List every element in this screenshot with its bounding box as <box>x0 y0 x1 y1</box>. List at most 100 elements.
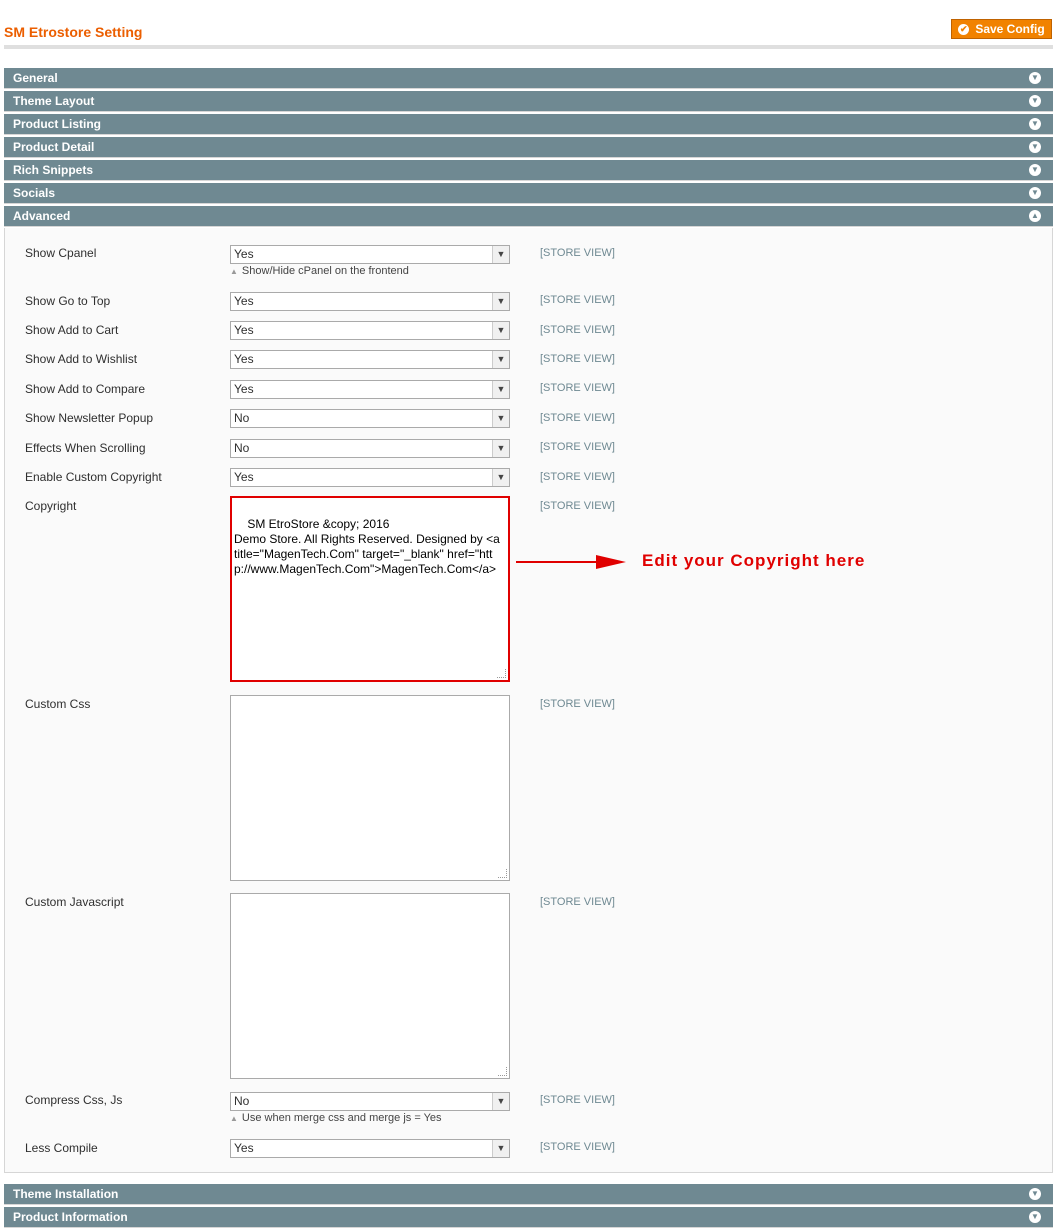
less-compile-select[interactable]: Yes ▼ <box>230 1139 510 1158</box>
chevron-down-icon: ▼ <box>1029 141 1041 153</box>
chevron-down-icon: ▼ <box>492 1140 509 1157</box>
triangle-up-icon: ▲ <box>230 1114 238 1123</box>
scope-label: [STORE VIEW] <box>540 896 615 908</box>
section-label: Theme Installation <box>13 1187 119 1201</box>
field-label: Show Cpanel <box>25 246 97 260</box>
section-product-listing[interactable]: Product Listing ▼ <box>4 114 1053 135</box>
select-value: No <box>234 1094 250 1108</box>
field-label: Compress Css, Js <box>25 1093 123 1107</box>
section-label: Rich Snippets <box>13 163 94 177</box>
field-label: Show Add to Cart <box>25 323 119 337</box>
show-add-to-cart-select[interactable]: Yes ▼ <box>230 321 510 340</box>
scope-label: [STORE VIEW] <box>540 324 615 336</box>
textarea-content: SM EtroStore &copy; 2016 Demo Store. All… <box>234 517 500 576</box>
resize-handle-icon[interactable] <box>498 869 507 878</box>
section-product-detail[interactable]: Product Detail ▼ <box>4 137 1053 158</box>
compress-css-js-select[interactable]: No ▼ <box>230 1092 510 1111</box>
field-label: Less Compile <box>25 1141 98 1155</box>
scope-label: [STORE VIEW] <box>540 294 615 306</box>
resize-handle-icon[interactable] <box>498 1067 507 1076</box>
chevron-down-icon: ▼ <box>492 381 509 398</box>
field-label: Custom Css <box>25 697 91 711</box>
show-cpanel-select[interactable]: Yes ▼ <box>230 245 510 264</box>
scope-label: [STORE VIEW] <box>540 698 615 710</box>
title-divider <box>4 45 1053 49</box>
section-theme-layout[interactable]: Theme Layout ▼ <box>4 91 1053 112</box>
field-label: Show Go to Top <box>25 294 111 308</box>
section-label: Theme Layout <box>13 94 95 108</box>
select-value: Yes <box>234 294 254 308</box>
annotation-arrow-icon <box>516 555 626 569</box>
chevron-down-icon: ▼ <box>1029 118 1041 130</box>
section-theme-installation[interactable]: Theme Installation ▼ <box>4 1184 1053 1205</box>
note-text: Use when merge css and merge js = Yes <box>241 1112 442 1124</box>
field-note: ▲ Show/Hide cPanel on the frontend <box>230 265 409 277</box>
checkmark-icon: ✔ <box>958 23 970 35</box>
chevron-down-icon: ▼ <box>492 293 509 310</box>
custom-css-textarea[interactable] <box>230 695 510 881</box>
scope-label: [STORE VIEW] <box>540 1141 615 1153</box>
show-add-to-compare-select[interactable]: Yes ▼ <box>230 380 510 399</box>
show-add-to-wishlist-select[interactable]: Yes ▼ <box>230 350 510 369</box>
save-config-button[interactable]: ✔ Save Config <box>951 19 1052 39</box>
scope-label: [STORE VIEW] <box>540 353 615 365</box>
scope-label: [STORE VIEW] <box>540 441 615 453</box>
annotation-text: Edit your Copyright here <box>642 551 866 570</box>
field-label: Copyright <box>25 499 77 513</box>
section-advanced[interactable]: Advanced ▲ <box>4 206 1053 227</box>
chevron-down-icon: ▼ <box>1029 1211 1041 1223</box>
triangle-up-icon: ▲ <box>230 267 238 276</box>
chevron-down-icon: ▼ <box>1029 187 1041 199</box>
chevron-down-icon: ▼ <box>492 469 509 486</box>
section-label: Advanced <box>13 209 71 223</box>
select-value: No <box>234 411 250 425</box>
chevron-down-icon: ▼ <box>492 1093 509 1110</box>
chevron-down-icon: ▼ <box>1029 95 1041 107</box>
save-config-label: Save Config <box>975 22 1045 36</box>
copyright-textarea[interactable]: SM EtroStore &copy; 2016 Demo Store. All… <box>230 496 510 682</box>
select-value: Yes <box>234 247 254 261</box>
select-value: Yes <box>234 1141 254 1155</box>
scope-label: [STORE VIEW] <box>540 1094 615 1106</box>
chevron-down-icon: ▼ <box>492 246 509 263</box>
section-rich-snippets[interactable]: Rich Snippets ▼ <box>4 160 1053 181</box>
select-value: Yes <box>234 323 254 337</box>
section-label: Product Listing <box>13 117 101 131</box>
select-value: Yes <box>234 382 254 396</box>
select-value: Yes <box>234 352 254 366</box>
section-label: Socials <box>13 186 56 200</box>
chevron-up-icon: ▲ <box>1029 210 1041 222</box>
resize-handle-icon[interactable] <box>497 669 506 678</box>
select-value: No <box>234 441 250 455</box>
chevron-down-icon: ▼ <box>492 440 509 457</box>
chevron-down-icon: ▼ <box>492 322 509 339</box>
section-general[interactable]: General ▼ <box>4 68 1053 89</box>
section-label: Product Information <box>13 1210 128 1224</box>
scope-label: [STORE VIEW] <box>540 500 615 512</box>
advanced-panel: Show Cpanel Yes ▼ [STORE VIEW] ▲ Show/Hid… <box>4 228 1053 1173</box>
field-label: Effects When Scrolling <box>25 441 146 455</box>
page-title: SM Etrostore Setting <box>4 24 143 40</box>
enable-custom-copyright-select[interactable]: Yes ▼ <box>230 468 510 487</box>
chevron-down-icon: ▼ <box>492 410 509 427</box>
section-label: General <box>13 71 58 85</box>
custom-javascript-textarea[interactable] <box>230 893 510 1079</box>
field-label: Show Add to Compare <box>25 382 146 396</box>
field-label: Custom Javascript <box>25 895 124 909</box>
chevron-down-icon: ▼ <box>492 351 509 368</box>
chevron-down-icon: ▼ <box>1029 164 1041 176</box>
chevron-down-icon: ▼ <box>1029 1188 1041 1200</box>
field-label: Enable Custom Copyright <box>25 470 162 484</box>
show-newsletter-popup-select[interactable]: No ▼ <box>230 409 510 428</box>
note-text: Show/Hide cPanel on the frontend <box>241 265 409 277</box>
scope-label: [STORE VIEW] <box>540 247 615 259</box>
show-go-to-top-select[interactable]: Yes ▼ <box>230 292 510 311</box>
section-label: Product Detail <box>13 140 95 154</box>
field-note: ▲ Use when merge css and merge js = Yes <box>230 1112 442 1124</box>
scope-label: [STORE VIEW] <box>540 382 615 394</box>
field-label: Show Add to Wishlist <box>25 352 138 366</box>
section-product-information[interactable]: Product Information ▼ <box>4 1207 1053 1228</box>
select-value: Yes <box>234 470 254 484</box>
effects-when-scrolling-select[interactable]: No ▼ <box>230 439 510 458</box>
section-socials[interactable]: Socials ▼ <box>4 183 1053 204</box>
